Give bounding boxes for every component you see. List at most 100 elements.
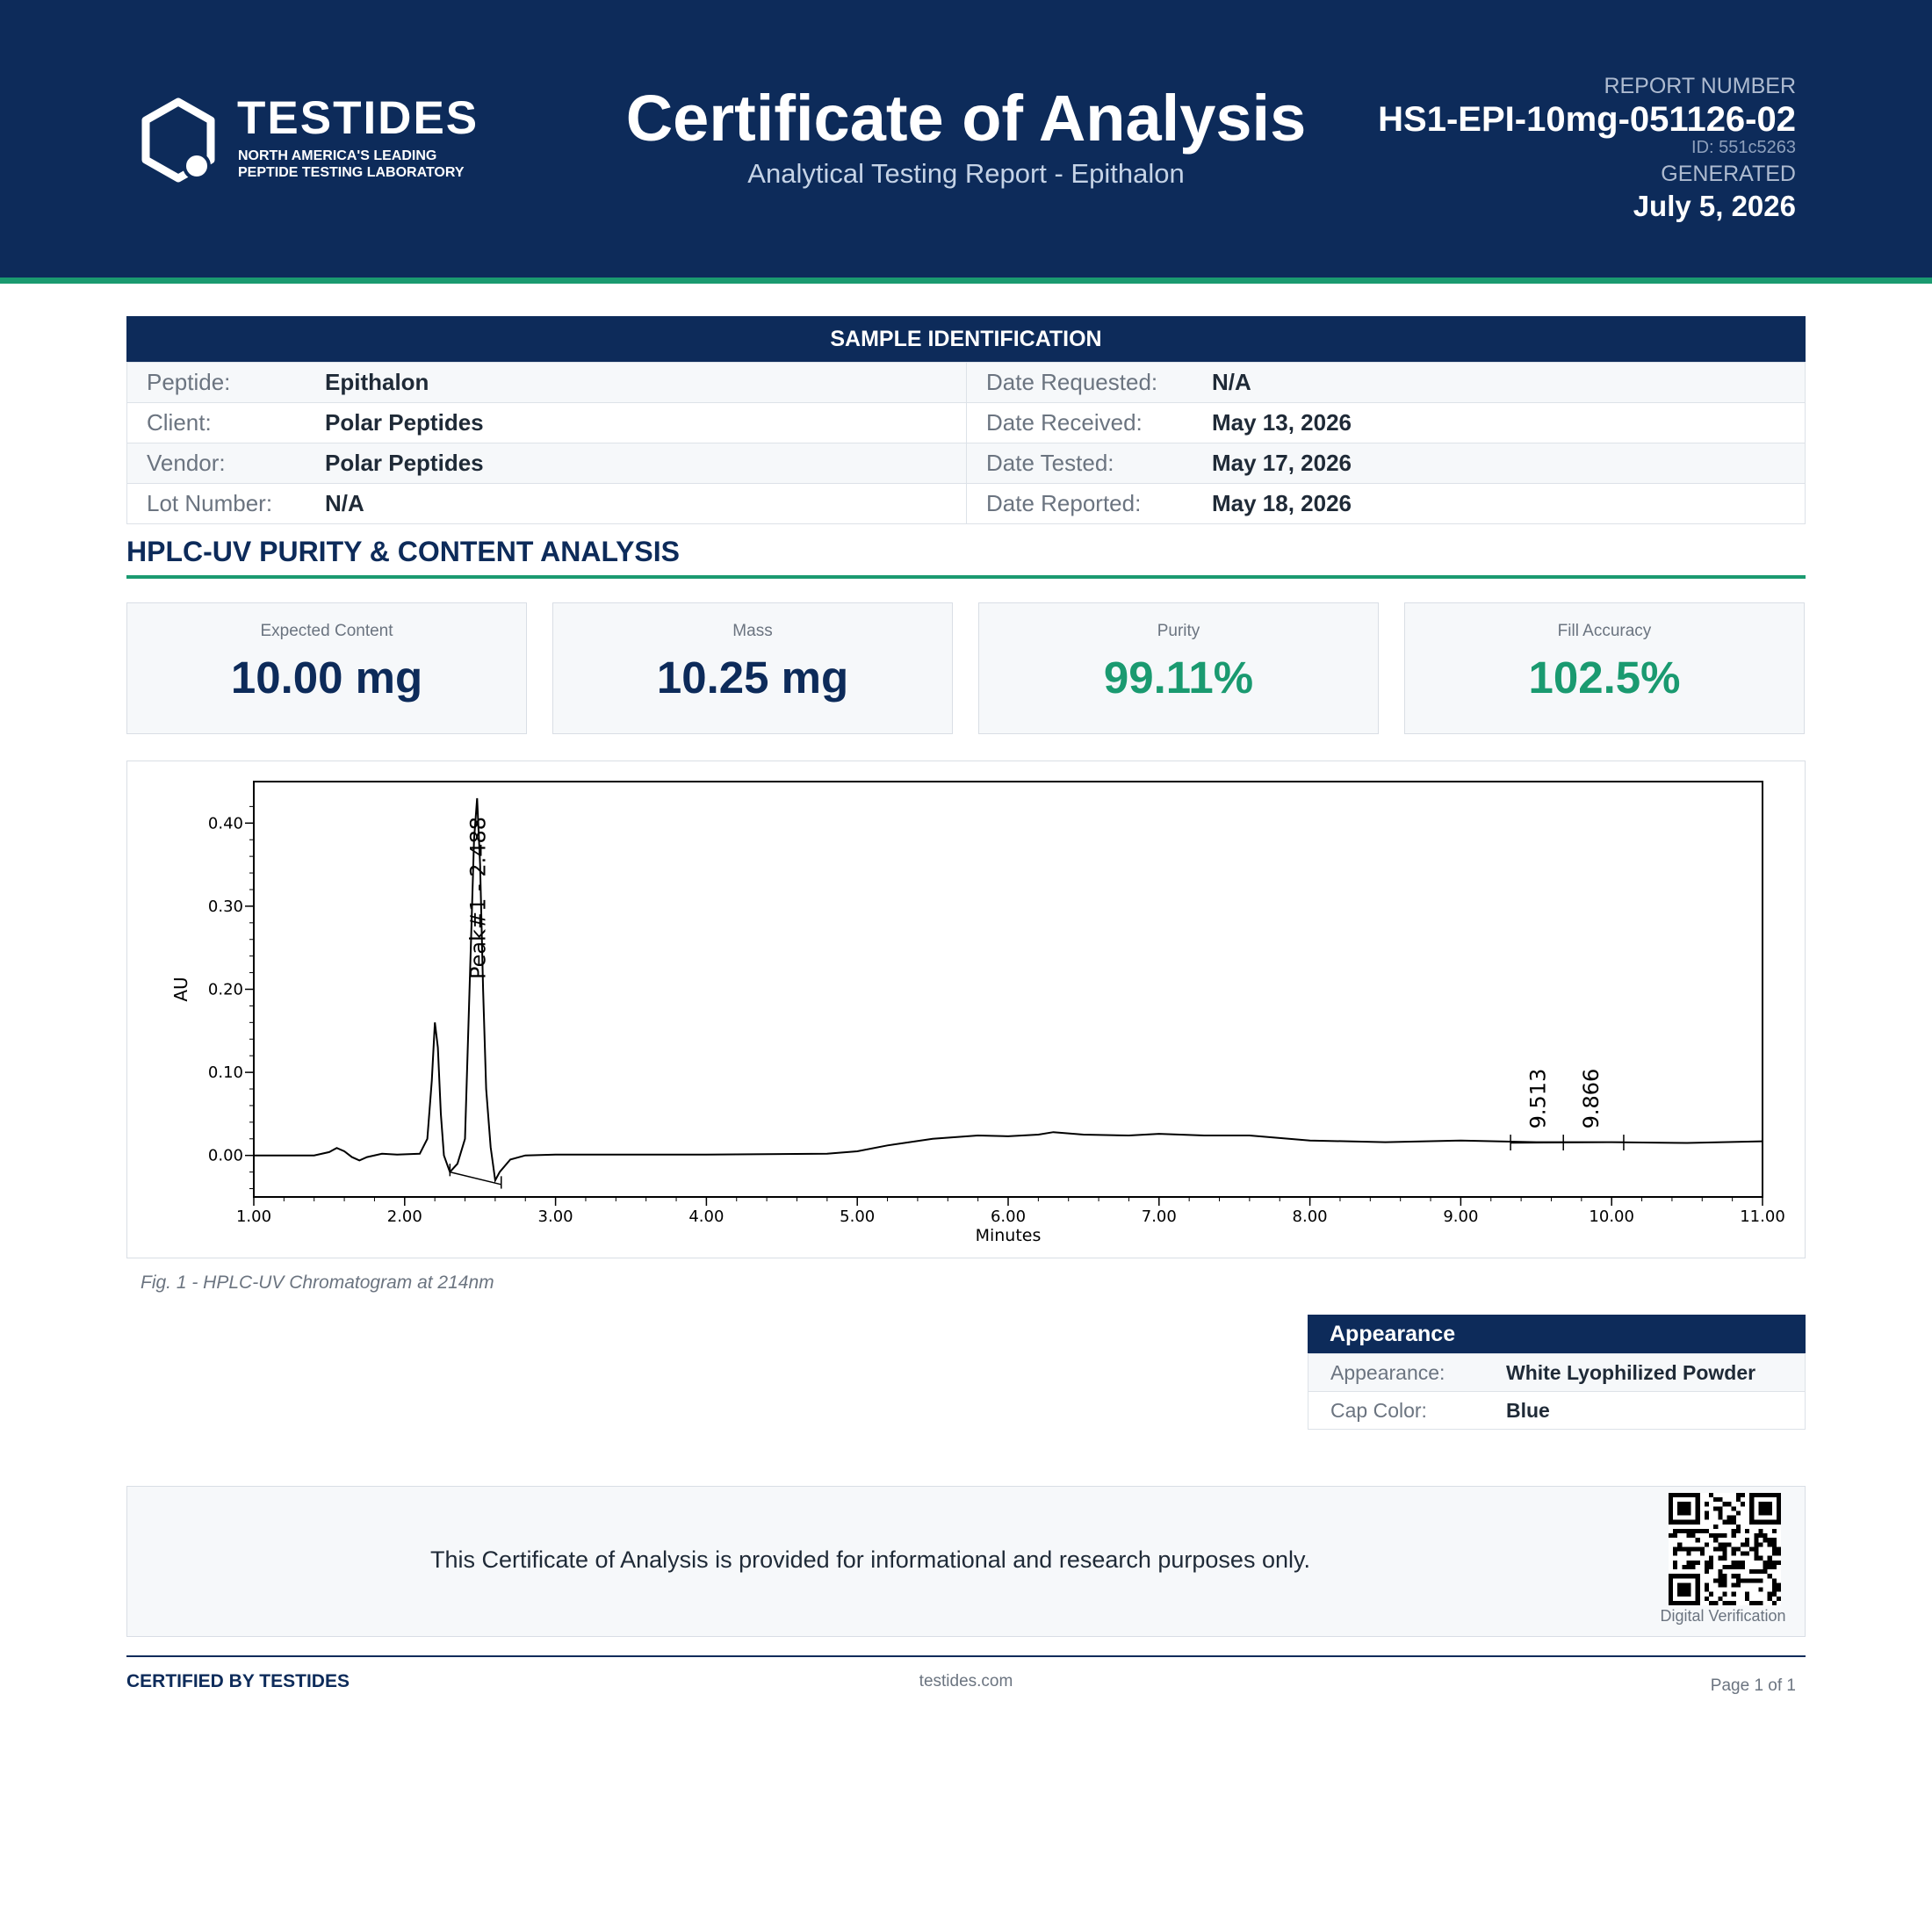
- sample-value: N/A: [1212, 362, 1806, 403]
- appearance-label: Cap Color:: [1308, 1391, 1506, 1430]
- qr-module: [1771, 1600, 1777, 1605]
- qr-module: [1731, 1574, 1736, 1579]
- sample-label: Vendor:: [126, 443, 325, 484]
- qr-module: [1771, 1538, 1777, 1543]
- report-id: ID: 551c5263: [1691, 138, 1796, 157]
- qr-module: [1704, 1596, 1710, 1601]
- peak-label: 9.513: [1526, 1069, 1551, 1129]
- qr-module: [1745, 1538, 1750, 1543]
- qr-module: [1704, 1560, 1710, 1565]
- card-value: 99.11%: [1103, 652, 1254, 703]
- table-row: Lot Number: N/A Date Reported: May 18, 2…: [126, 483, 1806, 524]
- qr-module: [1718, 1574, 1723, 1579]
- qr-module: [1727, 1600, 1732, 1605]
- qr-module: [1704, 1510, 1710, 1516]
- website-link[interactable]: testides.com: [790, 1672, 1142, 1691]
- testides-logo-icon: [141, 97, 215, 183]
- qr-module: [1713, 1506, 1719, 1511]
- qr-module: [1690, 1533, 1696, 1539]
- qr-module: [1722, 1591, 1727, 1597]
- sample-value: N/A: [325, 483, 967, 524]
- qr-module: [1709, 1600, 1714, 1605]
- brand-tagline: NORTH AMERICA'S LEADING PEPTIDE TESTING …: [238, 148, 519, 181]
- qr-module: [1699, 1546, 1705, 1552]
- page-number: Page 1 of 1: [1710, 1676, 1796, 1695]
- qr-module: [1745, 1528, 1750, 1534]
- qr-module: [1704, 1564, 1710, 1570]
- qr-module: [1767, 1564, 1772, 1570]
- qr-module: [1754, 1551, 1759, 1556]
- card-value: 10.25 mg: [656, 652, 849, 703]
- qr-module: [1758, 1542, 1763, 1547]
- appearance-panel: Appearance Appearance: White Lyophilized…: [1308, 1315, 1806, 1430]
- y-tick-label: 0.20: [208, 981, 243, 999]
- qr-module: [1731, 1546, 1736, 1552]
- mass-card: Mass 10.25 mg: [552, 602, 953, 734]
- qr-module: [1731, 1600, 1736, 1605]
- qr-module: [1718, 1546, 1723, 1552]
- certified-by: CERTIFIED BY TESTIDES: [126, 1671, 350, 1691]
- qr-module: [1686, 1546, 1691, 1552]
- qr-module: [1771, 1546, 1777, 1552]
- qr-module: [1673, 1528, 1678, 1534]
- qr-module: [1735, 1493, 1741, 1498]
- table-row: Cap Color: Blue: [1308, 1391, 1806, 1430]
- qr-module: [1722, 1551, 1727, 1556]
- sample-value: May 13, 2026: [1212, 402, 1806, 443]
- x-tick-label: 10.00: [1589, 1208, 1634, 1226]
- qr-module: [1758, 1569, 1763, 1575]
- qr-module: [1718, 1515, 1723, 1520]
- qr-module: [1713, 1533, 1719, 1539]
- qr-module: [1758, 1533, 1763, 1539]
- qr-module: [1718, 1533, 1723, 1539]
- qr-module: [1709, 1555, 1714, 1561]
- qr-module: [1745, 1578, 1750, 1583]
- qr-module: [1758, 1555, 1763, 1561]
- qr-module: [1727, 1515, 1732, 1520]
- qr-module: [1771, 1587, 1777, 1592]
- sample-label: Date Requested:: [966, 362, 1212, 403]
- qr-module: [1758, 1600, 1763, 1605]
- page-title: Certificate of Analysis: [625, 82, 1307, 155]
- x-tick-label: 9.00: [1443, 1208, 1478, 1226]
- qr-module: [1673, 1551, 1678, 1556]
- qr-module: [1727, 1564, 1732, 1570]
- qr-module: [1735, 1582, 1741, 1588]
- purity-card: Purity 99.11%: [978, 602, 1379, 734]
- qr-module: [1669, 1533, 1674, 1539]
- qr-module: [1713, 1600, 1719, 1605]
- qr-module: [1771, 1542, 1777, 1547]
- qr-module: [1754, 1555, 1759, 1561]
- qr-module: [1731, 1528, 1736, 1534]
- qr-module: [1731, 1582, 1736, 1588]
- qr-module: [1763, 1533, 1768, 1539]
- sample-value: Epithalon: [325, 362, 967, 403]
- qr-module: [1718, 1497, 1723, 1503]
- figure-caption: Fig. 1 - HPLC-UV Chromatogram at 214nm: [141, 1272, 494, 1293]
- table-row: Appearance: White Lyophilized Powder: [1308, 1353, 1806, 1392]
- analysis-heading: HPLC-UV PURITY & CONTENT ANALYSIS: [126, 536, 680, 567]
- y-axis-label: AU: [170, 977, 191, 1001]
- qr-module: [1731, 1591, 1736, 1597]
- qr-module: [1735, 1564, 1741, 1570]
- card-label: Fill Accuracy: [1557, 622, 1652, 640]
- qr-module: [1771, 1564, 1777, 1570]
- qr-module: [1704, 1515, 1710, 1520]
- qr-module: [1754, 1600, 1759, 1605]
- qr-module: [1709, 1560, 1714, 1565]
- qr-module: [1767, 1542, 1772, 1547]
- qr-module: [1740, 1551, 1746, 1556]
- qr-module: [1722, 1564, 1727, 1570]
- qr-module: [1731, 1506, 1736, 1511]
- sample-label: Client:: [126, 402, 325, 443]
- qr-module: [1740, 1578, 1746, 1583]
- qr-module: [1713, 1497, 1719, 1503]
- qr-module: [1754, 1546, 1759, 1552]
- qr-caption: Digital Verification: [1660, 1607, 1786, 1625]
- qr-code-icon[interactable]: [1669, 1493, 1781, 1605]
- qr-module: [1722, 1519, 1727, 1525]
- appearance-table: Appearance: White Lyophilized Powder Cap…: [1308, 1353, 1806, 1430]
- qr-module: [1709, 1493, 1714, 1498]
- qr-module: [1673, 1533, 1678, 1539]
- qr-module: [1718, 1555, 1723, 1561]
